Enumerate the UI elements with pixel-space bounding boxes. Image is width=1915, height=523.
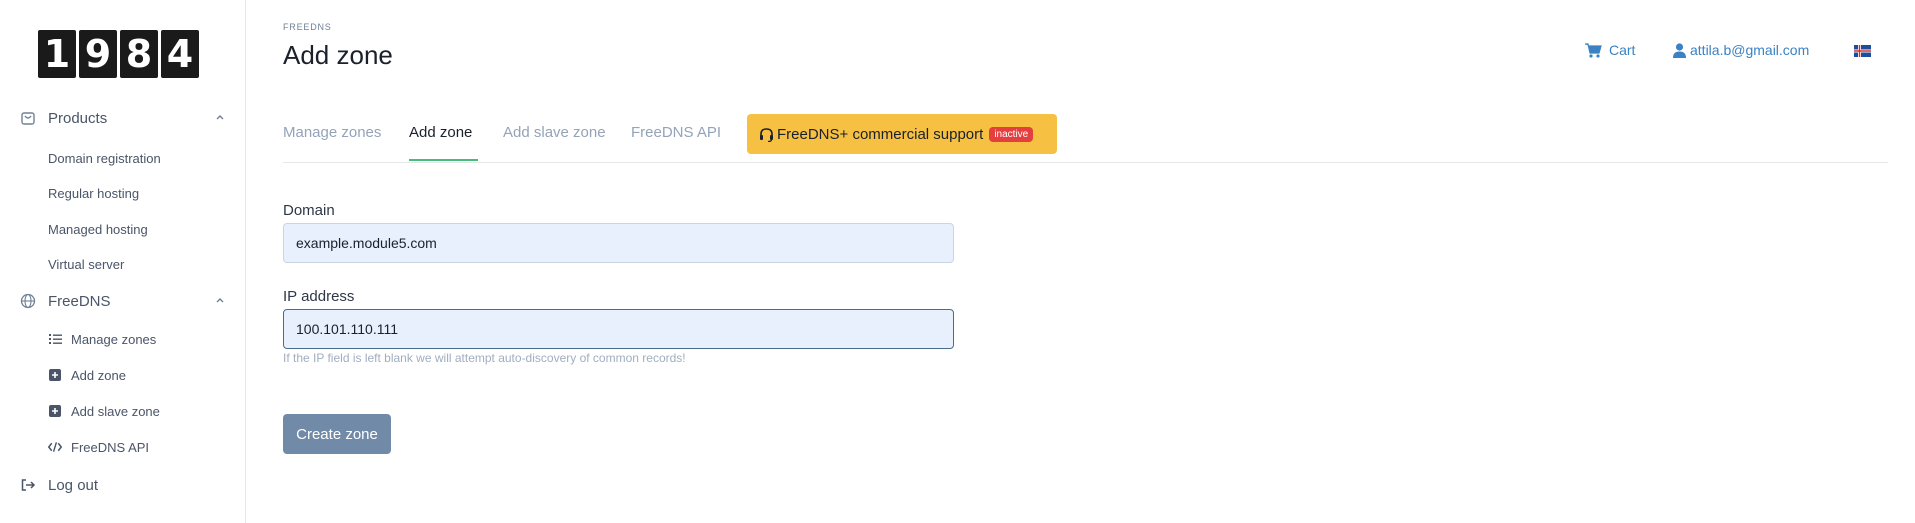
sidebar-item-managed-hosting[interactable]: Managed hosting [48,220,148,238]
sidebar-item-label: Manage zones [71,331,157,347]
sidebar-item-label: Add slave zone [71,403,160,419]
commercial-support-button[interactable]: FreeDNS+ commercial support inactive [747,114,1057,154]
ip-address-label: IP address [283,288,355,305]
logo[interactable]: 1 9 8 4 [38,30,199,78]
ip-address-input[interactable] [283,309,954,349]
tab-add-slave-zone[interactable]: Add slave zone [503,124,606,141]
tab-bar: Manage zones Add zone Add slave zone Fre… [283,112,1888,163]
logout-icon [20,477,36,493]
chevron-up-icon[interactable] [214,293,226,310]
cart-link[interactable]: Cart [1585,42,1635,58]
support-label: FreeDNS+ commercial support [777,125,984,143]
sidebar-section-label: Products [48,109,108,127]
plus-square-icon [48,404,62,418]
cart-icon [1585,42,1602,58]
user-email: attila.b@gmail.com [1690,42,1810,58]
logo-digit: 8 [120,30,158,78]
sidebar-item-add-zone[interactable]: Add zone [48,366,126,384]
logout-label: Log out [48,476,99,494]
status-badge: inactive [989,126,1034,142]
globe-icon [20,293,36,309]
sidebar: 1 9 8 4 Products Domain registration Reg… [0,0,246,523]
sidebar-item-virtual-server[interactable]: Virtual server [48,255,124,273]
tab-manage-zones[interactable]: Manage zones [283,124,381,141]
create-zone-button[interactable]: Create zone [283,414,391,454]
cart-label: Cart [1609,42,1636,58]
logout-link[interactable]: Log out [20,473,226,497]
logo-digit: 9 [79,30,117,78]
sidebar-section-label: FreeDNS [48,292,111,310]
breadcrumb: FREEDNS [283,22,332,32]
sidebar-item-regular-hosting[interactable]: Regular hosting [48,184,139,202]
domain-label: Domain [283,202,335,219]
list-icon [48,332,62,346]
tab-freedns-api[interactable]: FreeDNS API [631,124,721,141]
ip-help-text: If the IP field is left blank we will at… [283,351,686,365]
headset-icon [759,127,774,142]
sidebar-item-freedns-api[interactable]: FreeDNS API [48,438,149,456]
tab-add-zone[interactable]: Add zone [409,124,472,141]
domain-input[interactable] [283,223,954,263]
logo-digit: 1 [38,30,76,78]
sidebar-item-domain-registration[interactable]: Domain registration [48,149,161,167]
logo-digit: 4 [161,30,199,78]
sidebar-item-label: FreeDNS API [71,439,150,455]
page-title: Add zone [283,40,393,70]
language-flag-icon[interactable] [1854,45,1871,57]
sidebar-section-freedns[interactable]: FreeDNS [20,289,226,313]
user-account-link[interactable]: attila.b@gmail.com [1673,42,1809,58]
sidebar-item-label: Add zone [71,367,126,383]
sidebar-section-products[interactable]: Products [20,106,226,130]
plus-square-icon [48,368,62,382]
sidebar-item-manage-zones[interactable]: Manage zones [48,330,156,348]
shopping-bag-icon [20,110,36,126]
active-tab-indicator [409,159,478,161]
code-icon [48,440,62,454]
sidebar-item-add-slave-zone[interactable]: Add slave zone [48,402,160,420]
chevron-up-icon[interactable] [214,110,226,127]
user-icon [1673,42,1686,58]
